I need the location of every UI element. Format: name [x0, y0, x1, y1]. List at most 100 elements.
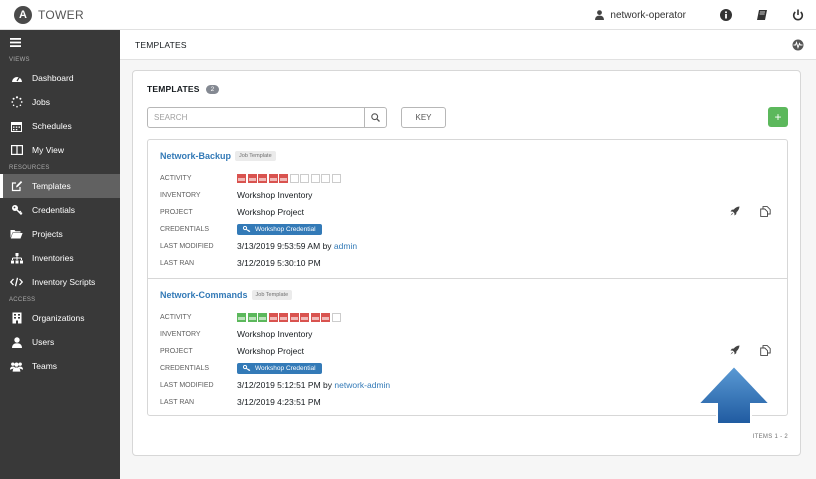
breadcrumb-current: TEMPLATES [135, 39, 187, 50]
sidebar-item-my-view[interactable]: My View [0, 138, 120, 162]
modified-by-link[interactable]: admin [334, 241, 357, 251]
sidebar-item-inventory-scripts[interactable]: Inventory Scripts [0, 270, 120, 294]
last-modified-label: LAST MODIFIED [160, 242, 214, 250]
activity-job-fail[interactable] [247, 173, 257, 183]
search-button[interactable] [364, 108, 386, 127]
copy-button[interactable] [757, 203, 773, 219]
project-link[interactable]: Workshop Project [237, 346, 304, 356]
last-ran-label: LAST RAN [160, 398, 195, 406]
last-ran-field: LAST RAN 3/12/2019 5:30:10 PM [160, 256, 321, 270]
activity-sparkline [237, 312, 342, 322]
sidebar-item-organizations[interactable]: Organizations [0, 306, 120, 330]
launch-button[interactable] [727, 342, 743, 358]
activity-job-empty [300, 173, 309, 183]
activity-label: ACTIVITY [160, 313, 192, 321]
sidebar-item-projects[interactable]: Projects [0, 222, 120, 246]
logo-letter: A [19, 8, 27, 21]
users-icon [10, 360, 23, 373]
sidebar-item-dashboard[interactable]: Dashboard [0, 66, 120, 90]
copy-icon [759, 344, 771, 356]
credential-tag[interactable]: Workshop Credential [237, 223, 322, 235]
template-name-link[interactable]: Network-Commands [160, 290, 248, 300]
building-icon [10, 312, 23, 325]
search-icon [371, 113, 380, 122]
last-modified-field: LAST MODIFIED 3/13/2019 9:53:59 AM by ad… [160, 239, 357, 253]
add-template-button[interactable]: + [768, 107, 788, 127]
sidebar-item-label: Teams [32, 361, 58, 371]
by-text: by [322, 241, 332, 251]
credentials-label: CREDENTIALS [160, 225, 210, 233]
pencil-square-icon [10, 180, 23, 193]
sidebar-item-label: Jobs [32, 97, 50, 107]
sidebar-item-teams[interactable]: Teams [0, 354, 120, 378]
sidebar-section-resources: RESOURCES [9, 165, 50, 171]
last-modified-value: 3/12/2019 5:12:51 PM by network-admin [237, 380, 390, 390]
activity-job-fail[interactable] [300, 312, 309, 322]
template-row: Network-Commands Job Template ACTIVITY I… [148, 278, 787, 415]
by-text: by [323, 380, 333, 390]
row-actions [713, 342, 773, 358]
last-modified-date: 3/12/2019 5:12:51 PM [237, 380, 321, 390]
info-icon [720, 9, 732, 21]
about-button[interactable] [708, 0, 744, 30]
activity-job-fail[interactable] [237, 173, 246, 183]
template-type-tag: Job Template [251, 290, 293, 300]
docs-button[interactable] [744, 0, 780, 30]
current-user-link[interactable]: network-operator [595, 10, 686, 21]
menu-toggle[interactable] [0, 30, 120, 54]
rocket-icon [730, 206, 740, 216]
template-name-link[interactable]: Network-Backup [160, 151, 231, 161]
inventory-field: INVENTORY Workshop Inventory [160, 327, 312, 341]
activity-job-fail[interactable] [279, 312, 288, 322]
activity-label: ACTIVITY [160, 174, 192, 182]
activity-job-fail[interactable] [321, 312, 330, 322]
row-actions [713, 203, 773, 219]
activity-job-fail[interactable] [258, 173, 267, 183]
activity-job-fail[interactable] [289, 312, 299, 322]
activity-job-ok[interactable] [237, 312, 246, 322]
columns-icon [10, 144, 23, 157]
sidebar-item-inventories[interactable]: Inventories [0, 246, 120, 270]
username: network-operator [610, 9, 686, 21]
logout-button[interactable] [780, 0, 816, 30]
activity-job-fail[interactable] [268, 312, 278, 322]
key-icon [10, 204, 23, 217]
activity-job-fail[interactable] [279, 173, 288, 183]
last-modified-field: LAST MODIFIED 3/12/2019 5:12:51 PM by ne… [160, 378, 390, 392]
activity-job-empty [321, 173, 330, 183]
pagination-items-count: ITEMS 1 - 2 [752, 434, 788, 440]
sidebar-item-users[interactable]: Users [0, 330, 120, 354]
rocket-icon [730, 345, 740, 355]
search-input[interactable] [148, 108, 362, 127]
activity-job-fail[interactable] [268, 173, 278, 183]
inventory-link[interactable]: Workshop Inventory [237, 190, 312, 200]
inventory-label: INVENTORY [160, 191, 201, 199]
project-field: PROJECT Workshop Project [160, 205, 304, 219]
panel-title-text: TEMPLATES [147, 84, 200, 94]
activity-stream-button[interactable] [792, 39, 804, 53]
sidebar-item-credentials[interactable]: Credentials [0, 198, 120, 222]
activity-job-empty [331, 173, 341, 183]
last-modified-date: 3/13/2019 9:53:59 AM [237, 241, 321, 251]
sidebar-item-jobs[interactable]: Jobs [0, 90, 120, 114]
activity-job-ok[interactable] [258, 312, 267, 322]
sidebar-item-label: Inventories [32, 253, 74, 263]
activity-job-fail[interactable] [310, 312, 320, 322]
launch-button[interactable] [727, 203, 743, 219]
tower-logo[interactable]: A [14, 5, 32, 24]
sitemap-icon [10, 252, 23, 265]
sidebar: VIEWS Dashboard Jobs Schedules My View R… [0, 30, 120, 479]
sidebar-item-label: Templates [32, 181, 71, 191]
hamburger-icon [10, 37, 21, 47]
key-button[interactable]: KEY [401, 107, 446, 128]
inventory-link[interactable]: Workshop Inventory [237, 329, 312, 339]
panel-title: TEMPLATES 2 [147, 84, 220, 94]
copy-button[interactable] [757, 342, 773, 358]
credential-tag[interactable]: Workshop Credential [237, 362, 322, 374]
sidebar-item-templates[interactable]: Templates [0, 174, 120, 198]
activity-job-ok[interactable] [247, 312, 257, 322]
credentials-label: CREDENTIALS [160, 364, 210, 372]
project-link[interactable]: Workshop Project [237, 207, 304, 217]
modified-by-link[interactable]: network-admin [334, 380, 390, 390]
sidebar-item-schedules[interactable]: Schedules [0, 114, 120, 138]
